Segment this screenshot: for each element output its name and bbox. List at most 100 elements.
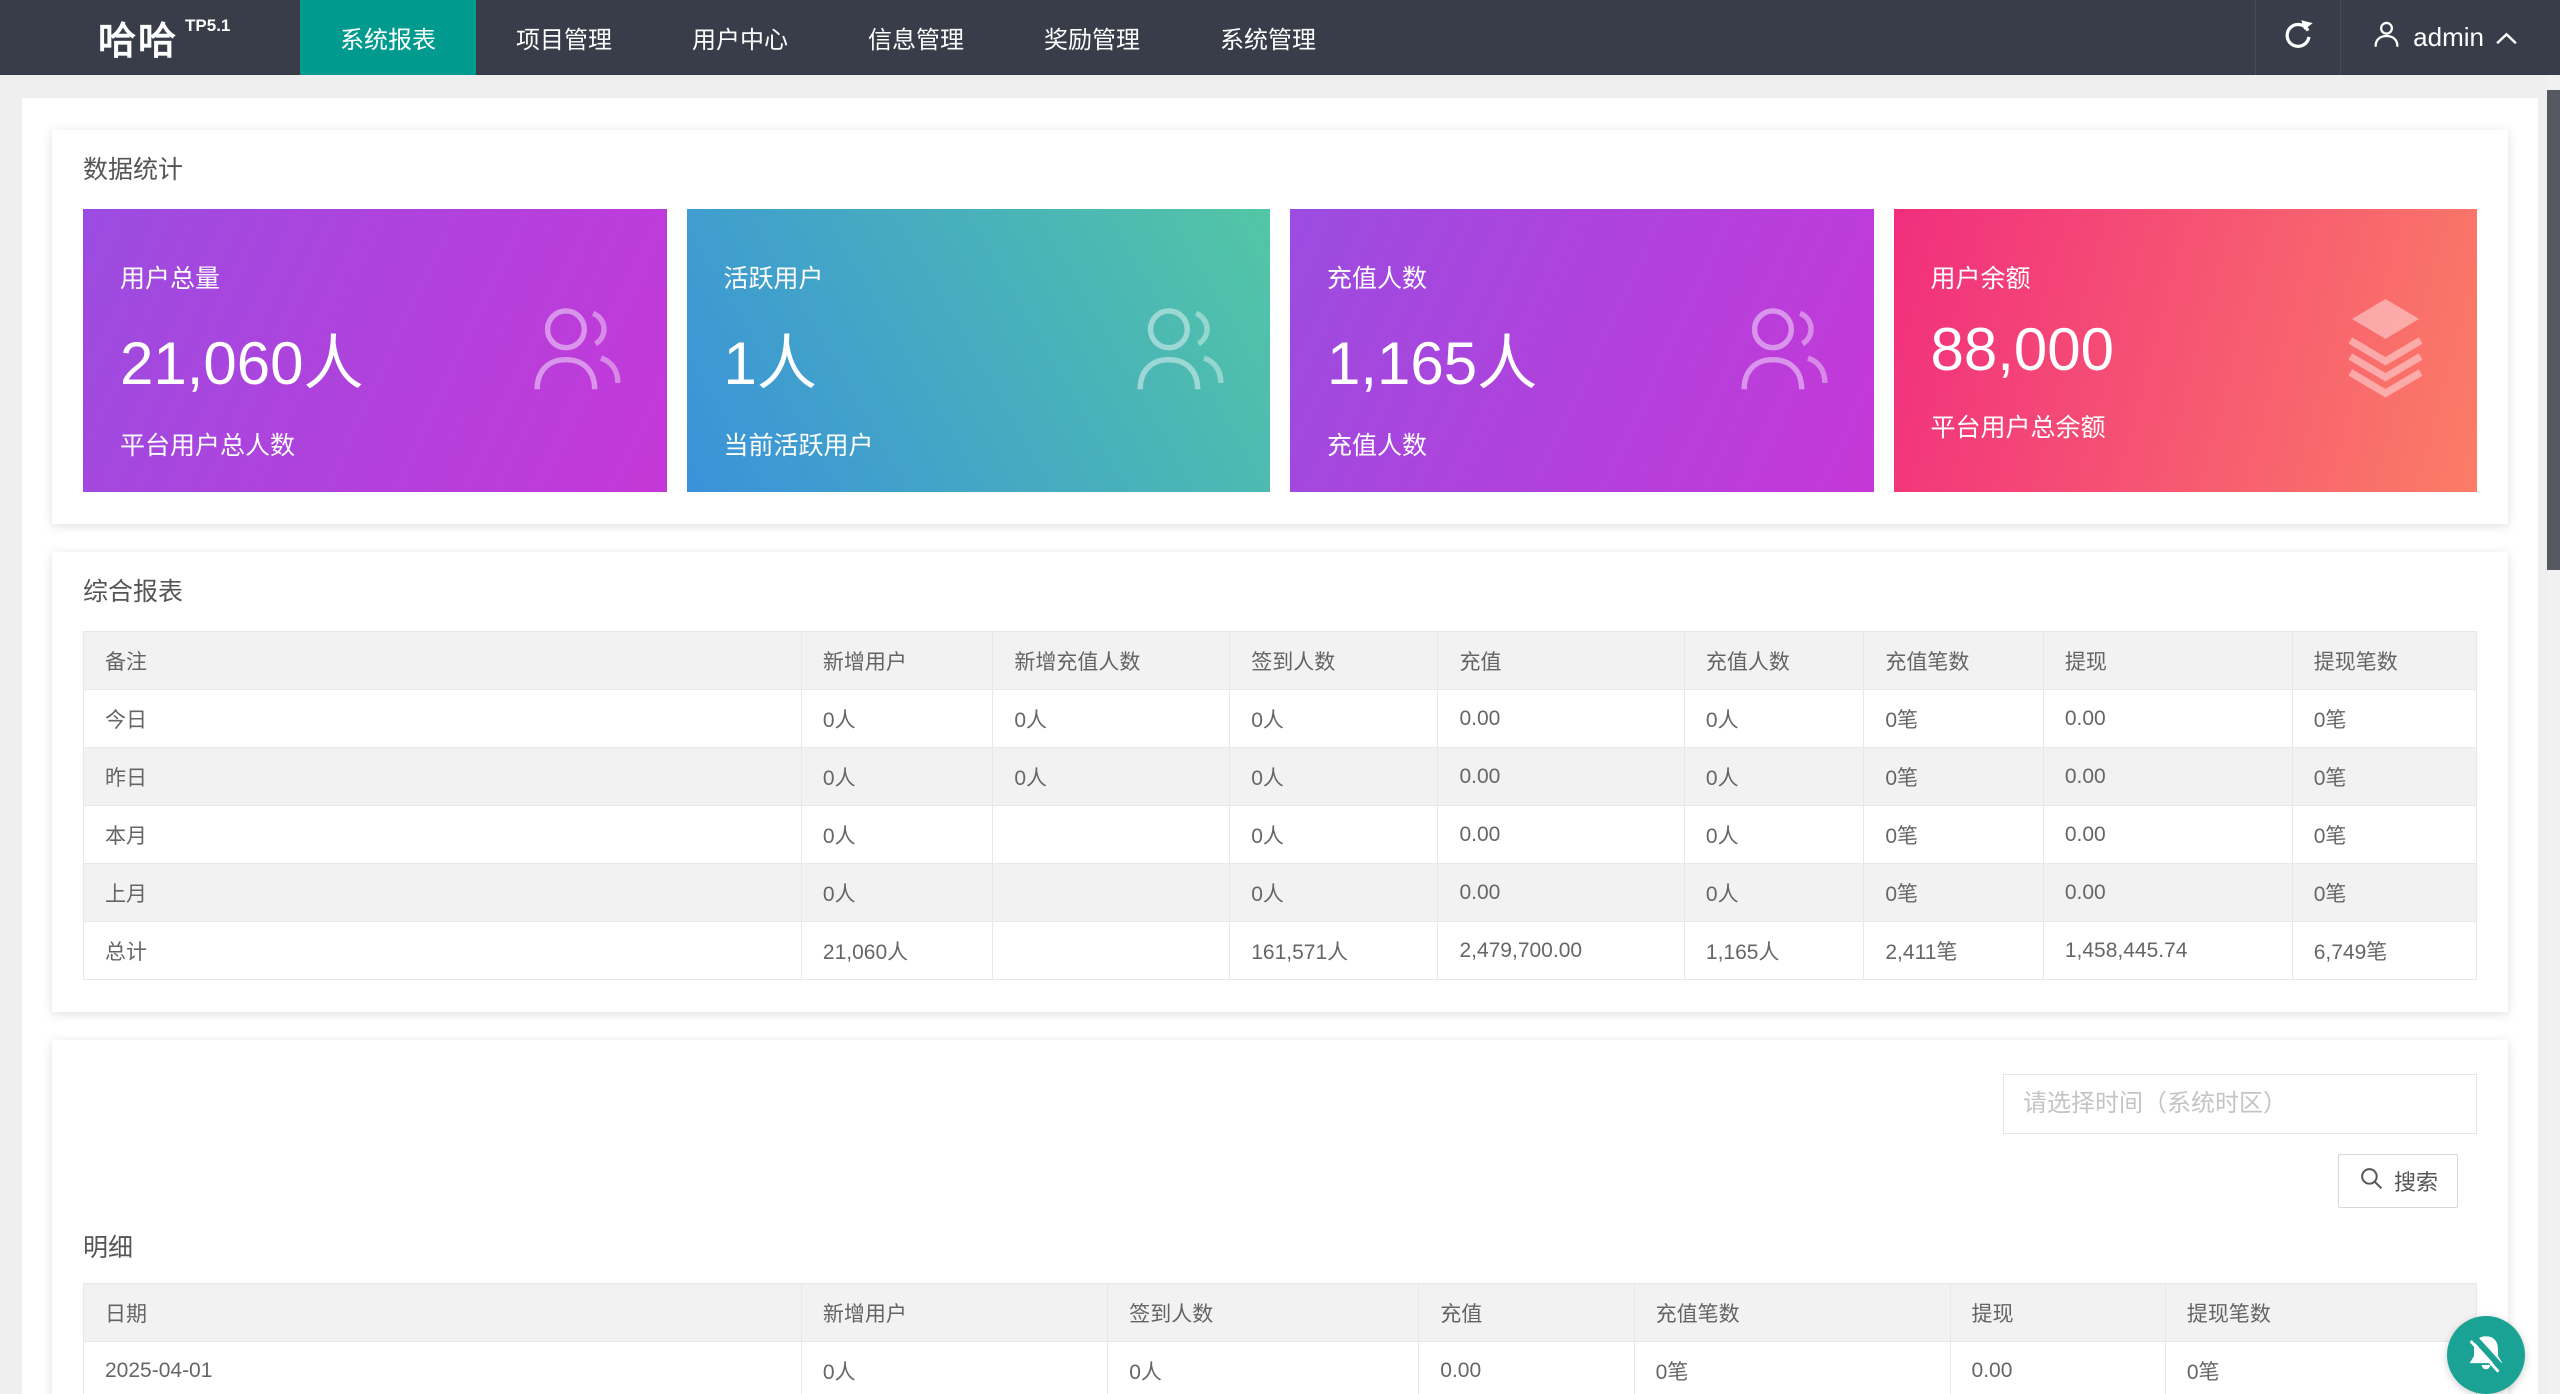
table-cell: 昨日 <box>84 748 802 806</box>
table-cell: 0人 <box>1684 806 1863 864</box>
summary-table: 备注 新增用户 新增充值人数 签到人数 充值 充值人数 充值笔数 提现 提现笔数… <box>83 631 2477 980</box>
users-icon <box>518 291 633 411</box>
table-cell: 0.00 <box>1438 690 1684 748</box>
table-cell: 6,749笔 <box>2292 922 2476 980</box>
layers-icon <box>2328 291 2443 411</box>
table-cell: 0人 <box>801 690 992 748</box>
table-cell: 0人 <box>993 690 1230 748</box>
nav-tab-info-management[interactable]: 信息管理 <box>828 0 1004 75</box>
time-range-input[interactable] <box>2003 1074 2477 1134</box>
table-cell: 上月 <box>84 864 802 922</box>
table-cell: 0笔 <box>1864 748 2043 806</box>
table-cell: 0人 <box>801 806 992 864</box>
table-row: 2025-04-01 0人 0人 0.00 0笔 0.00 0笔 <box>84 1342 2477 1394</box>
stat-card-subtitle: 当前活跃用户 <box>724 426 1271 462</box>
table-cell: 0人 <box>1230 864 1438 922</box>
table-row: 昨日 0人 0人 0人 0.00 0人 0笔 0.00 0笔 <box>84 748 2477 806</box>
search-button-label: 搜索 <box>2394 1165 2438 1197</box>
table-cell: 0人 <box>1684 864 1863 922</box>
stat-card-recharge-users: 充值人数 1,165人 充值人数 <box>1290 209 1874 492</box>
table-cell: 2,411笔 <box>1864 922 2043 980</box>
chevron-up-icon <box>2495 22 2518 53</box>
stat-card-subtitle: 平台用户总人数 <box>120 426 667 462</box>
stats-panel: 数据统计 用户总量 21,060人 平台用户总人数 活跃用户 1人 <box>52 130 2508 524</box>
stat-card-subtitle: 平台用户总余额 <box>1931 408 2478 444</box>
table-cell: 0笔 <box>1864 806 2043 864</box>
table-cell: 161,571人 <box>1230 922 1438 980</box>
table-cell: 0笔 <box>2292 748 2476 806</box>
table-cell <box>993 806 1230 864</box>
table-cell: 0.00 <box>1438 748 1684 806</box>
table-cell: 2025-04-01 <box>84 1342 802 1394</box>
table-cell: 0.00 <box>1438 864 1684 922</box>
search-icon <box>2358 1165 2385 1198</box>
detail-table: 日期 新增用户 签到人数 充值 充值笔数 提现 提现笔数 2025-04-01 … <box>83 1283 2477 1394</box>
column-header: 提现 <box>2043 632 2292 690</box>
stat-card-active-users: 活跃用户 1人 当前活跃用户 <box>687 209 1271 492</box>
column-header: 充值笔数 <box>1634 1284 1950 1342</box>
notification-fab[interactable] <box>2447 1316 2525 1394</box>
table-cell: 0人 <box>1230 806 1438 864</box>
summary-header-row: 备注 新增用户 新增充值人数 签到人数 充值 充值人数 充值笔数 提现 提现笔数 <box>84 632 2477 690</box>
table-cell: 0笔 <box>2292 864 2476 922</box>
table-row: 本月 0人 0人 0.00 0人 0笔 0.00 0笔 <box>84 806 2477 864</box>
table-cell: 0人 <box>801 864 992 922</box>
table-cell: 0笔 <box>2165 1342 2476 1394</box>
column-header: 提现 <box>1950 1284 2165 1342</box>
nav-tab-system-report[interactable]: 系统报表 <box>300 0 476 75</box>
table-row: 上月 0人 0人 0.00 0人 0笔 0.00 0笔 <box>84 864 2477 922</box>
detail-header-row: 日期 新增用户 签到人数 充值 充值笔数 提现 提现笔数 <box>84 1284 2477 1342</box>
summary-panel-title: 综合报表 <box>83 580 2477 605</box>
detail-panel-title: 明细 <box>83 1236 2477 1261</box>
summary-panel: 综合报表 备注 新增用户 新增充值人数 签到人数 充值 充值人数 充值笔数 提现… <box>52 552 2508 1012</box>
search-button[interactable]: 搜索 <box>2338 1154 2458 1208</box>
nav-tab-project-management[interactable]: 项目管理 <box>476 0 652 75</box>
table-cell: 0.00 <box>1438 806 1684 864</box>
column-header: 签到人数 <box>1108 1284 1419 1342</box>
nav-tab-user-center[interactable]: 用户中心 <box>652 0 828 75</box>
table-cell: 本月 <box>84 806 802 864</box>
refresh-button[interactable] <box>2255 0 2341 75</box>
table-cell <box>993 864 1230 922</box>
table-cell: 0人 <box>1684 748 1863 806</box>
app-version-label: TP5.1 <box>185 16 230 36</box>
table-cell: 0.00 <box>2043 806 2292 864</box>
table-cell: 0笔 <box>2292 806 2476 864</box>
nav-tab-system-management[interactable]: 系统管理 <box>1180 0 1356 75</box>
column-header: 充值人数 <box>1684 632 1863 690</box>
table-cell: 0.00 <box>2043 748 2292 806</box>
user-icon <box>2371 19 2402 57</box>
table-cell: 0.00 <box>1419 1342 1634 1394</box>
table-cell: 0人 <box>993 748 1230 806</box>
stat-card-user-balance: 用户余额 88,000 平台用户总余额 <box>1894 209 2478 492</box>
table-cell: 2,479,700.00 <box>1438 922 1684 980</box>
table-cell: 总计 <box>84 922 802 980</box>
column-header: 提现笔数 <box>2292 632 2476 690</box>
column-header: 新增充值人数 <box>993 632 1230 690</box>
page-scrollbar[interactable] <box>2547 75 2560 1394</box>
table-cell: 0人 <box>1684 690 1863 748</box>
main-nav: 系统报表 项目管理 用户中心 信息管理 奖励管理 系统管理 <box>300 0 1356 75</box>
table-cell: 0.00 <box>2043 690 2292 748</box>
column-header: 日期 <box>84 1284 802 1342</box>
scrollbar-thumb[interactable] <box>2547 90 2560 570</box>
app-logo[interactable]: 哈哈 TP5.1 <box>0 0 300 75</box>
nav-tab-reward-management[interactable]: 奖励管理 <box>1004 0 1180 75</box>
detail-panel: 搜索 明细 日期 新增用户 签到人数 充值 充值笔数 提现 提现笔数 <box>52 1040 2508 1394</box>
table-cell: 0笔 <box>1864 864 2043 922</box>
table-cell: 0.00 <box>1950 1342 2165 1394</box>
navbar-right-controls: admin <box>2255 0 2560 75</box>
column-header: 签到人数 <box>1230 632 1438 690</box>
user-menu[interactable]: admin <box>2341 0 2560 75</box>
table-cell: 1,458,445.74 <box>2043 922 2292 980</box>
stat-cards: 用户总量 21,060人 平台用户总人数 活跃用户 1人 当前活跃用户 <box>83 209 2477 492</box>
table-cell: 0笔 <box>1864 690 2043 748</box>
table-cell: 0人 <box>1108 1342 1419 1394</box>
bell-slash-icon <box>2463 1330 2509 1381</box>
table-cell: 0人 <box>1230 748 1438 806</box>
table-row: 今日 0人 0人 0人 0.00 0人 0笔 0.00 0笔 <box>84 690 2477 748</box>
users-icon <box>1725 291 1840 411</box>
column-header: 充值笔数 <box>1864 632 2043 690</box>
table-row: 总计 21,060人 161,571人 2,479,700.00 1,165人 … <box>84 922 2477 980</box>
table-cell: 0人 <box>801 748 992 806</box>
